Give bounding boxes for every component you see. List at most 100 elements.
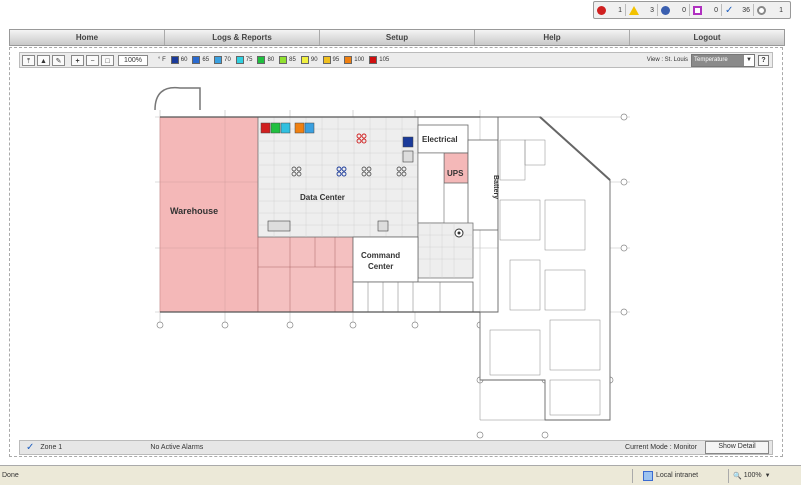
status-critical-count: 1 [618,6,622,14]
warning-icon [629,5,639,15]
alarm-status: No Active Alarms [150,444,204,451]
room-label-warehouse: Warehouse [170,206,218,216]
status-divider [728,468,729,483]
room-label-center: Center [368,262,393,271]
room-label-electrical: Electrical [422,135,458,144]
pencil-icon: ✎ [55,57,62,65]
chevron-down-icon[interactable]: ▼ [765,473,771,479]
map-toolbar: ⤒ ▲ ✎ + − □ 100% ° F 60 65 70 75 80 85 9… [19,52,773,68]
help-button[interactable]: ? [758,54,769,66]
zone-name: Zone 1 [40,444,63,451]
legend-item: 75 [235,56,253,64]
nav-logs-reports[interactable]: Logs & Reports [165,30,320,45]
alarm-status-bar: 1 3 0 0 ✓ 36 1 [593,1,791,19]
zoom-icon: 🔍 [733,472,742,480]
legend-label: 65 [202,57,210,63]
up-button[interactable]: ▲ [37,54,50,66]
main-nav: Home Logs & Reports Setup Help Logout [9,29,785,46]
nav-home[interactable]: Home [10,30,165,45]
room-label-data-center: Data Center [300,193,345,202]
minus-icon: − [90,57,95,65]
status-maintenance-count: 0 [714,6,718,14]
view-select[interactable]: Temperature ▼ [691,53,755,67]
room-label-battery: Battery [492,175,499,199]
legend-swatch [344,56,353,64]
status-warning[interactable]: 3 [626,4,658,16]
legend-item: 70 [214,56,231,64]
fit-icon: □ [105,57,110,65]
view-selector: View : St. Louis Temperature ▼ ? [646,53,769,67]
legend-swatch [170,56,179,64]
legend-swatch [192,56,201,64]
intranet-icon [643,470,653,481]
browser-status-text: Done [2,472,19,479]
status-info-count: 0 [682,6,686,14]
top-button[interactable]: ⤒ [22,54,35,66]
status-ok[interactable]: ✓ 36 [722,4,754,16]
top-icon: ⤒ [26,57,31,65]
status-maintenance[interactable]: 0 [690,4,722,16]
legend-label: 70 [224,57,231,63]
show-detail-button[interactable]: Show Detail [705,441,769,454]
info-icon [661,5,670,15]
room-label-ups: UPS [447,169,464,178]
status-unknown[interactable]: 1 [754,4,786,16]
browser-zoom[interactable]: 100% [744,472,762,479]
legend-label: 85 [289,57,296,63]
legend-item: 100 [344,56,364,64]
zone-status-bar: ✓ Zone 1 No Active Alarms Current Mode :… [19,440,773,455]
nav-logout[interactable]: Logout [630,30,784,45]
legend-swatch [257,56,266,64]
legend-item: 85 [279,56,296,64]
room-label-command: Command [361,251,400,260]
status-critical[interactable]: 1 [594,4,626,16]
legend-item: 95 [322,56,340,64]
legend-item: 65 [192,56,209,64]
up-arrow-icon: ▲ [40,57,47,65]
legend-label: 105 [379,57,390,63]
legend-label: 95 [332,57,340,63]
legend-swatch [300,56,309,64]
legend-label: 100 [354,57,365,63]
ok-check-icon: ✓ [26,442,35,453]
legend-swatch [235,56,244,64]
fit-button[interactable]: □ [101,54,114,66]
security-zone: Local intranet [656,472,699,479]
legend-item: 90 [300,56,318,64]
legend-item: 60 [170,56,188,64]
edit-button[interactable]: ✎ [52,54,65,66]
legend-swatch [214,56,223,64]
legend-item: 105 [369,56,389,64]
nav-help[interactable]: Help [475,30,630,45]
view-select-value: Temperature [692,54,744,66]
zoom-out-button[interactable]: − [86,54,99,66]
unknown-icon [757,5,766,15]
legend-item: 80 [257,56,274,64]
critical-icon [597,5,606,15]
legend-unit: ° F [158,57,166,63]
status-warning-count: 3 [650,6,654,14]
status-ok-count: 36 [742,6,750,14]
chevron-down-icon: ▼ [746,56,752,63]
status-info[interactable]: 0 [658,4,690,16]
legend-swatch [279,56,288,64]
zoom-in-button[interactable]: + [71,54,84,66]
status-unknown-count: 1 [779,6,783,14]
legend-swatch [322,56,331,64]
nav-setup[interactable]: Setup [320,30,475,45]
view-label: View : St. Louis [646,57,688,63]
maintenance-icon [693,5,702,15]
floor-plan-drawing: Warehouse Data Center Electrical UPS Bat… [154,86,630,439]
ok-check-icon: ✓ [725,4,734,16]
status-divider [632,468,633,483]
floor-plan[interactable]: Warehouse Data Center Electrical UPS Bat… [150,80,640,440]
legend-label: 75 [245,57,253,63]
legend-label: 90 [310,57,318,63]
zoom-level[interactable]: 100% [118,54,148,66]
legend-swatch [369,56,378,64]
legend-label: 80 [267,57,275,63]
temperature-legend: ° F 60 65 70 75 80 85 90 95 100 105 [158,56,394,64]
plus-icon: + [75,57,80,65]
legend-label: 60 [180,57,188,63]
browser-status-bar: Done Local intranet 🔍 100% ▼ [0,465,801,485]
